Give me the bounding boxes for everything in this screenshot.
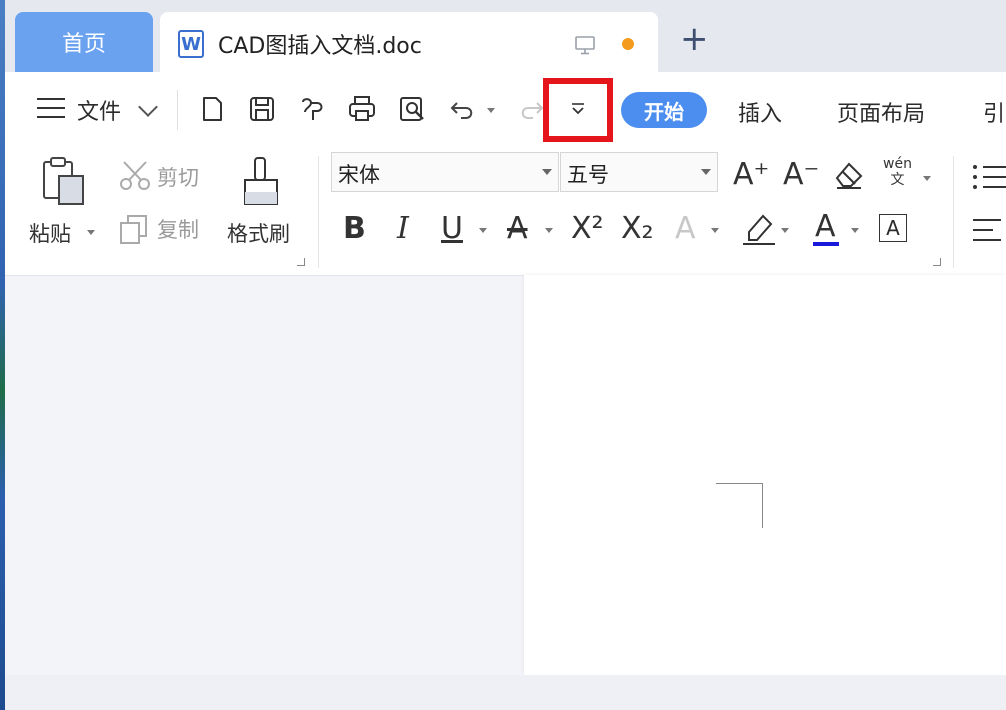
font-launcher-icon[interactable] (933, 258, 941, 266)
highlight-marker-icon[interactable] (741, 212, 777, 246)
shrink-font-button[interactable]: A⁻ (783, 160, 819, 190)
tab-page-layout[interactable]: 页面布局 (837, 96, 925, 128)
pinyin-dropdown-icon[interactable] (923, 176, 931, 181)
print-preview-icon[interactable] (397, 94, 427, 124)
monitor-icon[interactable] (574, 34, 596, 56)
strikethrough-button[interactable]: A (507, 214, 528, 244)
new-tab-button[interactable]: + (680, 22, 709, 56)
page-corner-mark (716, 483, 763, 528)
strikethrough-dropdown-icon[interactable] (545, 228, 553, 233)
superscript-button[interactable]: X² (571, 214, 604, 244)
customize-toolbar-chevron-icon[interactable] (570, 103, 586, 117)
divider (318, 156, 319, 268)
chevron-down-icon (542, 169, 552, 175)
tab-references[interactable]: 引 (983, 96, 1005, 128)
tab-insert[interactable]: 插入 (738, 96, 782, 128)
divider (177, 90, 178, 130)
clipboard-launcher-icon[interactable] (297, 258, 305, 266)
clear-format-eraser-icon[interactable] (833, 160, 865, 190)
bold-button[interactable]: B (343, 214, 366, 244)
paste-icon[interactable] (41, 156, 87, 206)
scissors-icon[interactable] (118, 160, 152, 192)
undo-icon[interactable] (449, 94, 479, 124)
font-color-dropdown-icon[interactable] (851, 228, 859, 233)
font-color-button[interactable]: A (815, 212, 836, 242)
hamburger-menu-icon[interactable] (37, 98, 65, 125)
font-family-value: 宋体 (338, 163, 380, 187)
output-pdf-icon[interactable] (297, 94, 327, 124)
italic-button[interactable]: I (397, 214, 409, 244)
divider (953, 156, 954, 268)
save-icon[interactable] (247, 94, 277, 124)
tab-home[interactable]: 首页 (15, 12, 153, 72)
font-family-select[interactable]: 宋体 (331, 152, 559, 192)
font-size-value: 五号 (567, 163, 609, 187)
format-painter-icon[interactable] (241, 156, 281, 208)
redo-icon[interactable] (515, 94, 545, 124)
print-icon[interactable] (347, 94, 377, 124)
format-painter-button[interactable]: 格式刷 (227, 218, 290, 248)
copy-icon[interactable] (118, 214, 150, 246)
character-border-button[interactable]: A (879, 214, 907, 242)
quick-access-row: 文件 开始 插入 页面布局 引 (5, 72, 1006, 146)
document-title: CAD图插入文档.doc (218, 34, 422, 59)
font-size-select[interactable]: 五号 (560, 152, 718, 192)
underline-dropdown-icon[interactable] (479, 228, 487, 233)
align-left-icon[interactable] (971, 216, 1006, 244)
new-document-icon[interactable] (197, 94, 227, 124)
ribbon: 文件 开始 插入 页面布局 引 粘贴 剪切 复制 格式刷 宋体 五号 A⁺ A⁻… (5, 72, 1006, 276)
tab-document[interactable]: W CAD图插入文档.doc (160, 12, 658, 72)
text-effect-dropdown-icon[interactable] (711, 228, 719, 233)
document-page[interactable] (524, 275, 1006, 675)
tab-start[interactable]: 开始 (621, 92, 707, 128)
cut-button[interactable]: 剪切 (157, 162, 199, 192)
workspace-bottom (5, 675, 1006, 710)
file-menu[interactable]: 文件 (77, 94, 121, 126)
text-effect-button[interactable]: A (675, 214, 696, 244)
paste-dropdown-icon[interactable] (87, 230, 95, 235)
bullet-list-icon[interactable] (971, 162, 1006, 192)
undo-dropdown-icon[interactable] (487, 108, 495, 113)
paste-button[interactable]: 粘贴 (29, 218, 71, 248)
chevron-down-icon (701, 169, 711, 175)
font-color-bar (813, 242, 839, 246)
subscript-button[interactable]: X₂ (621, 214, 654, 244)
chevron-down-icon[interactable] (138, 97, 158, 117)
tab-bar: 首页 W CAD图插入文档.doc + (5, 0, 1006, 72)
highlight-dropdown-icon[interactable] (781, 228, 789, 233)
pinyin-guide-button[interactable]: wén 文 (883, 156, 912, 188)
underline-button[interactable]: U (441, 214, 463, 244)
grow-font-button[interactable]: A⁺ (733, 160, 769, 190)
copy-button[interactable]: 复制 (157, 214, 199, 244)
word-doc-icon: W (178, 30, 204, 58)
unsaved-dot-icon (622, 38, 634, 50)
